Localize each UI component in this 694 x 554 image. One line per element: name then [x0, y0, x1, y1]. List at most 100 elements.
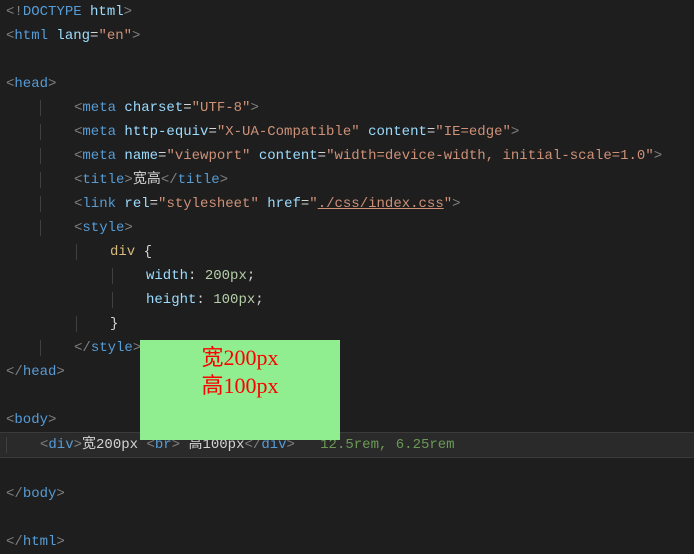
doctype-arg: html	[82, 4, 124, 20]
semi: ;	[247, 268, 255, 284]
attr: http-equiv	[124, 124, 208, 140]
tag-title: title	[82, 172, 124, 188]
attr-value: "stylesheet"	[158, 196, 259, 212]
tag-style: style	[82, 220, 124, 236]
code-line[interactable]: }	[6, 312, 694, 336]
bracket: >	[124, 172, 132, 188]
tag-html: html	[14, 28, 48, 44]
code-line[interactable]: <style>	[6, 216, 694, 240]
code-line[interactable]: <link rel="stylesheet" href="./css/index…	[6, 192, 694, 216]
code-line[interactable]: <meta name="viewport" content="width=dev…	[6, 144, 694, 168]
bracket: >	[132, 28, 140, 44]
bracket: >	[48, 412, 56, 428]
bracket: >	[654, 148, 662, 164]
semi: ;	[255, 292, 263, 308]
bracket: >	[124, 220, 132, 236]
code-line[interactable]: <title>宽高</title>	[6, 168, 694, 192]
eq: =	[318, 148, 326, 164]
code-line[interactable]: width: 200px;	[6, 264, 694, 288]
overlay-line1: 宽200px	[140, 344, 340, 372]
blank-line[interactable]	[6, 458, 694, 482]
tag-style: style	[91, 340, 133, 356]
code-line[interactable]: </head>	[6, 360, 694, 384]
bracket: <!	[6, 4, 23, 20]
bracket: </	[6, 486, 23, 502]
bracket: >	[48, 76, 56, 92]
tag-head: head	[14, 76, 48, 92]
blank-line[interactable]	[6, 506, 694, 530]
attr: href	[267, 196, 301, 212]
attr: content	[368, 124, 427, 140]
quote: "	[309, 196, 317, 212]
quote: "	[444, 196, 452, 212]
css-num: 100	[213, 292, 238, 308]
code-line[interactable]: <html lang="en">	[6, 24, 694, 48]
eq: =	[183, 100, 191, 116]
attr-value: "UTF-8"	[192, 100, 251, 116]
tag-body: body	[23, 486, 57, 502]
overlay-line2: 高100px	[140, 372, 340, 400]
attr-value: "IE=edge"	[435, 124, 511, 140]
css-unit: px	[238, 292, 255, 308]
tag-div: div	[48, 437, 73, 453]
css-unit: px	[230, 268, 247, 284]
code-line[interactable]: height: 100px;	[6, 288, 694, 312]
tag-html: html	[23, 534, 57, 550]
bracket: >	[56, 486, 64, 502]
attr-value: "en"	[98, 28, 132, 44]
tag-title: title	[178, 172, 220, 188]
preview-overlay-box: 宽200px 高100px	[140, 340, 340, 440]
tag-meta: meta	[82, 100, 116, 116]
code-line[interactable]: </style>	[6, 336, 694, 360]
code-editor[interactable]: <!DOCTYPE html> <html lang="en"> <head> …	[0, 0, 694, 554]
blank-line[interactable]	[6, 384, 694, 408]
bracket: >	[124, 4, 132, 20]
bracket: >	[74, 437, 82, 453]
attr-value: "width=device-width, initial-scale=1.0"	[326, 148, 654, 164]
code-line[interactable]: <meta http-equiv="X-UA-Compatible" conte…	[6, 120, 694, 144]
text-node: 宽200px	[82, 437, 146, 453]
eq: =	[150, 196, 158, 212]
css-selector: div	[110, 244, 135, 260]
attr: content	[259, 148, 318, 164]
code-line[interactable]: <!DOCTYPE html>	[6, 0, 694, 24]
trailing-comment: 12.5rem, 6.25rem	[320, 437, 454, 453]
tag-meta: meta	[82, 148, 116, 164]
attr-value: "viewport"	[166, 148, 250, 164]
css-prop: height	[146, 292, 196, 308]
bracket: >	[452, 196, 460, 212]
brace: {	[144, 244, 152, 260]
code-line[interactable]: </html>	[6, 530, 694, 554]
bracket: >	[220, 172, 228, 188]
colon: :	[196, 292, 204, 308]
css-num: 200	[205, 268, 230, 284]
code-line[interactable]: <meta charset="UTF-8">	[6, 96, 694, 120]
href-path[interactable]: ./css/index.css	[318, 196, 444, 212]
bracket: >	[250, 100, 258, 116]
attr: charset	[124, 100, 183, 116]
attr-value: "X-UA-Compatible"	[217, 124, 360, 140]
code-line[interactable]: </body>	[6, 482, 694, 506]
tag-meta: meta	[82, 124, 116, 140]
attr: lang	[56, 28, 90, 44]
code-line[interactable]: div {	[6, 240, 694, 264]
title-text: 宽高	[133, 172, 161, 188]
code-line[interactable]: <body>	[6, 408, 694, 432]
brace: }	[110, 316, 118, 332]
blank-line[interactable]	[6, 48, 694, 72]
tag-head: head	[23, 364, 57, 380]
attr: name	[124, 148, 158, 164]
active-code-line[interactable]: <div>宽200px <br> 高100px</div> 12.5rem, 6…	[0, 432, 694, 458]
doctype-name: DOCTYPE	[23, 4, 82, 20]
tag-body: body	[14, 412, 48, 428]
bracket: </	[161, 172, 178, 188]
bracket: >	[56, 364, 64, 380]
code-line[interactable]: <head>	[6, 72, 694, 96]
bracket: </	[6, 534, 23, 550]
bracket: >	[56, 534, 64, 550]
colon: :	[188, 268, 196, 284]
bracket: </	[6, 364, 23, 380]
eq: =	[208, 124, 216, 140]
bracket: </	[74, 340, 91, 356]
tag-link: link	[82, 196, 116, 212]
